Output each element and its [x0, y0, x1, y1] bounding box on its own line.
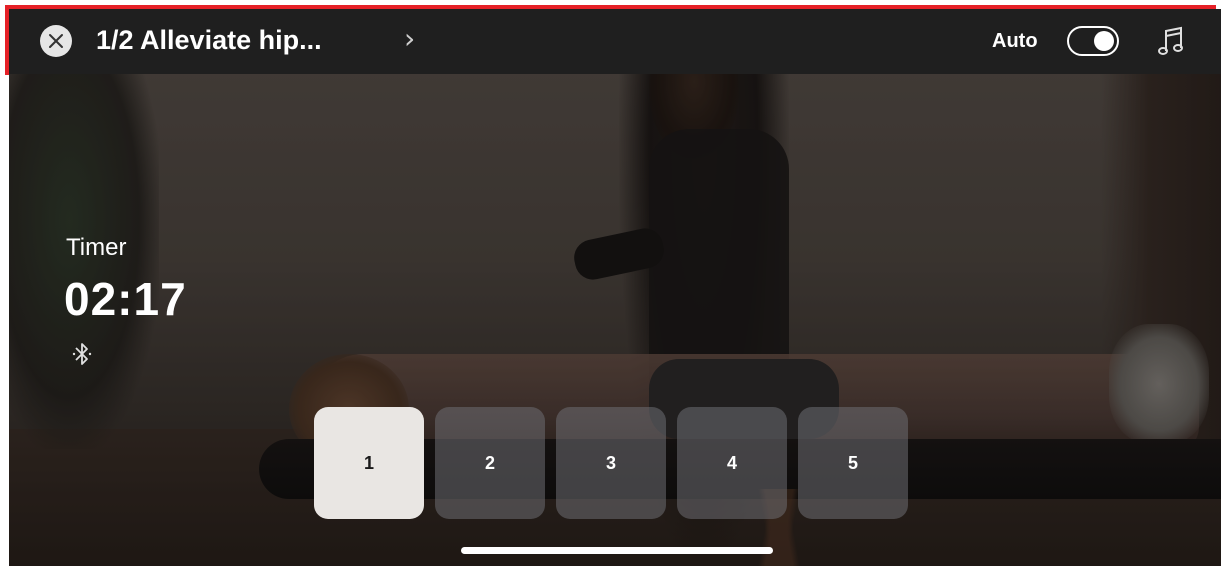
step-button-4[interactable]: 4 [677, 407, 787, 519]
timer-label: Timer [66, 234, 127, 261]
step-button-1[interactable]: 1 [314, 407, 424, 519]
workout-title[interactable]: 1/2 Alleviate hip... [96, 23, 322, 57]
step-button-5[interactable]: 5 [798, 407, 908, 519]
video-screen[interactable]: 1/2 Alleviate hip... › Auto Timer 02:17 … [9, 9, 1221, 566]
step-label: 2 [484, 452, 495, 473]
auto-toggle[interactable] [1067, 26, 1119, 56]
close-button[interactable] [40, 25, 72, 57]
step-label: 1 [363, 452, 374, 473]
step-selector: 1 2 3 4 5 [314, 407, 908, 519]
step-label: 5 [847, 452, 858, 473]
chevron-right-icon[interactable]: › [404, 22, 415, 56]
step-label: 4 [726, 452, 737, 473]
close-icon [49, 34, 63, 48]
bluetooth-icon [72, 343, 92, 365]
step-button-3[interactable]: 3 [556, 407, 666, 519]
step-label: 3 [605, 452, 616, 473]
top-bar: 1/2 Alleviate hip... › Auto [9, 9, 1221, 74]
timer-value: 02:17 [64, 273, 187, 325]
step-button-2[interactable]: 2 [435, 407, 545, 519]
music-note-icon[interactable] [1157, 24, 1187, 58]
auto-label: Auto [992, 30, 1038, 52]
toggle-knob [1094, 31, 1114, 51]
home-indicator[interactable] [461, 547, 773, 554]
